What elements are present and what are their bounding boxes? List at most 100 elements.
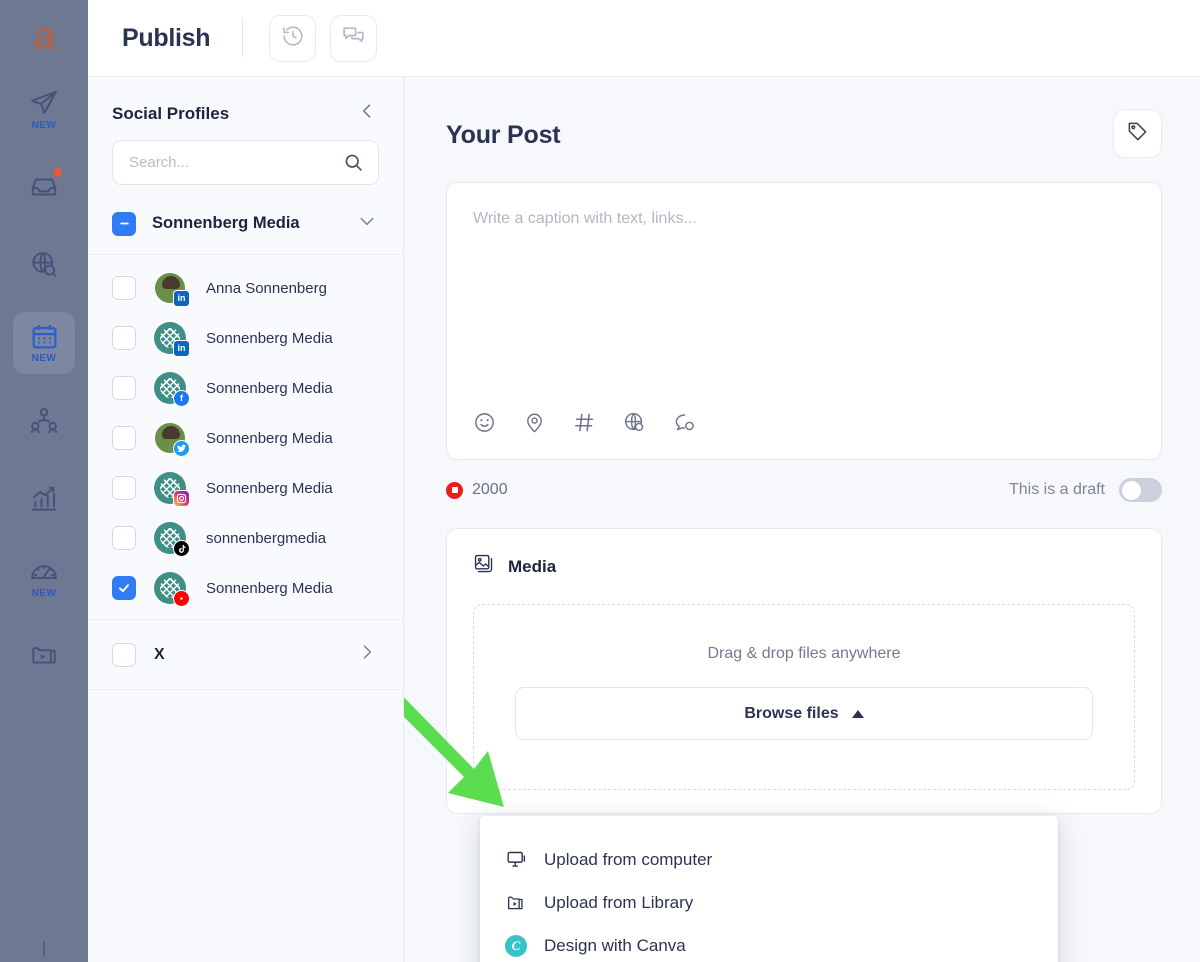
group-label: Sonnenberg Media <box>152 214 300 232</box>
search-input[interactable] <box>129 154 343 171</box>
emoji-button[interactable] <box>473 411 496 439</box>
menu-item-upload-from-library[interactable]: Upload from Library <box>480 881 1058 924</box>
avatar: f <box>154 372 190 407</box>
profile-group-sonnenberg-media[interactable]: Sonnenberg Media <box>88 185 403 255</box>
profile-label: Sonnenberg Media <box>206 329 333 347</box>
list-item[interactable]: Sonnenberg Media <box>88 413 403 463</box>
search-wrapper <box>88 140 403 185</box>
panel-collapse-button[interactable] <box>357 101 377 126</box>
location-pin-icon <box>523 411 546 439</box>
media-dropzone[interactable]: Drag & drop files anywhere Browse files <box>473 604 1135 790</box>
draft-toggle-group[interactable]: This is a draft <box>1009 478 1162 502</box>
facebook-icon: f <box>173 390 190 407</box>
list-item[interactable]: in Anna Sonnenberg <box>88 263 403 313</box>
media-library-icon <box>504 892 528 913</box>
search-box[interactable] <box>112 140 379 185</box>
hashtag-button[interactable] <box>573 411 596 439</box>
profiles-header: Social Profiles <box>88 77 403 140</box>
tiktok-icon <box>173 540 190 557</box>
group-label-x: X <box>154 645 165 663</box>
rail-collapse-handle[interactable] <box>0 938 88 960</box>
menu-item-design-with-canva[interactable]: C Design with Canva <box>480 924 1058 962</box>
paper-plane-icon <box>29 88 59 118</box>
profile-checkbox[interactable] <box>112 426 136 450</box>
page-title: Publish <box>122 23 211 52</box>
mention-button[interactable] <box>673 411 696 439</box>
group-checkbox-x[interactable] <box>112 642 136 667</box>
post-composer[interactable] <box>446 182 1162 460</box>
counter-value: 2000 <box>472 481 508 498</box>
menu-item-upload-from-computer[interactable]: Upload from computer <box>480 838 1058 881</box>
group-expand-button[interactable] <box>357 211 377 236</box>
top-bar: Publish <box>88 0 1200 77</box>
clock-rotate-left-icon <box>281 24 305 53</box>
profile-checkbox[interactable] <box>112 476 136 500</box>
composer-meta-row: 2000 This is a draft <box>446 478 1162 502</box>
search-icon[interactable] <box>343 152 364 173</box>
rail-item-audience[interactable] <box>13 390 75 452</box>
people-group-icon <box>29 406 59 436</box>
menu-item-label: Design with Canva <box>544 936 686 955</box>
media-title: Media <box>508 556 557 576</box>
rail-item-inbox[interactable] <box>13 156 75 218</box>
social-profiles-panel: Social Profiles Search... Sonnenberg Med… <box>88 77 404 962</box>
rail-item-publish-compose[interactable]: NEW <box>13 78 75 140</box>
list-item[interactable]: f Sonnenberg Media <box>88 363 403 413</box>
composer-toolbar <box>447 411 1161 459</box>
app-logo[interactable]: a <box>0 0 88 78</box>
profile-checkbox[interactable] <box>112 276 136 300</box>
media-header: Media <box>473 553 1135 580</box>
list-item[interactable]: Sonnenberg Media <box>88 463 403 513</box>
location-button[interactable] <box>523 411 546 439</box>
post-editor-area: Your Post Write a caption with text, lin… <box>404 77 1200 962</box>
youtube-icon <box>446 481 463 499</box>
profiles-title: Social Profiles <box>112 103 230 123</box>
menu-item-label: Upload from Library <box>544 892 694 912</box>
globe-icon <box>623 411 646 439</box>
twitter-icon <box>173 440 190 457</box>
menu-item-label: Upload from computer <box>544 849 713 869</box>
rail-item-analytics[interactable] <box>13 468 75 530</box>
caption-input[interactable] <box>447 183 1161 411</box>
avatar: in <box>154 272 190 307</box>
rail-item-calendar[interactable]: NEW <box>13 312 75 374</box>
comments-button[interactable] <box>330 14 378 62</box>
profile-label: Sonnenberg Media <box>206 479 333 497</box>
rail-item-media-library[interactable] <box>13 624 75 686</box>
monitor-icon <box>504 849 528 870</box>
group-expand-button-x[interactable] <box>357 642 377 667</box>
draft-toggle[interactable] <box>1119 478 1162 502</box>
tag-button[interactable] <box>1113 109 1162 158</box>
instagram-icon <box>173 490 190 507</box>
chat-bubble-icon <box>673 411 696 439</box>
rail-item-listening[interactable] <box>13 234 75 296</box>
list-item[interactable]: sonnenbergmedia <box>88 513 403 563</box>
list-item[interactable]: Sonnenberg Media <box>88 563 403 613</box>
caret-up-icon <box>851 709 864 718</box>
images-icon <box>473 553 495 580</box>
profile-label: Sonnenberg Media <box>206 579 333 597</box>
post-title: Your Post <box>446 121 561 149</box>
group-checkbox[interactable] <box>112 211 136 236</box>
history-button[interactable] <box>269 14 317 62</box>
browse-files-button[interactable]: Browse files <box>515 687 1093 740</box>
globe-button[interactable] <box>623 411 646 439</box>
post-header: Your Post <box>446 109 1180 158</box>
profile-checkbox[interactable] <box>112 526 136 550</box>
avatar <box>154 422 190 457</box>
profile-checkbox[interactable] <box>112 376 136 400</box>
profile-checkbox[interactable] <box>112 326 136 350</box>
profile-group-x[interactable]: X <box>88 620 403 690</box>
rail-item-benchmarks[interactable]: NEW <box>13 546 75 608</box>
rail-badge-new: NEW <box>31 119 57 131</box>
chevron-down-icon <box>357 211 377 236</box>
list-item[interactable]: in Sonnenberg Media <box>88 313 403 363</box>
chevron-left-icon <box>357 101 377 126</box>
media-library-icon <box>29 640 59 670</box>
rail-badge-new: NEW <box>31 587 57 599</box>
notification-dot <box>53 168 62 177</box>
browse-files-menu[interactable]: Upload from computer Upload from Library… <box>480 816 1058 962</box>
smiley-icon <box>473 411 496 439</box>
profile-checkbox[interactable] <box>112 576 136 600</box>
dropzone-text: Drag & drop files anywhere <box>707 645 901 662</box>
